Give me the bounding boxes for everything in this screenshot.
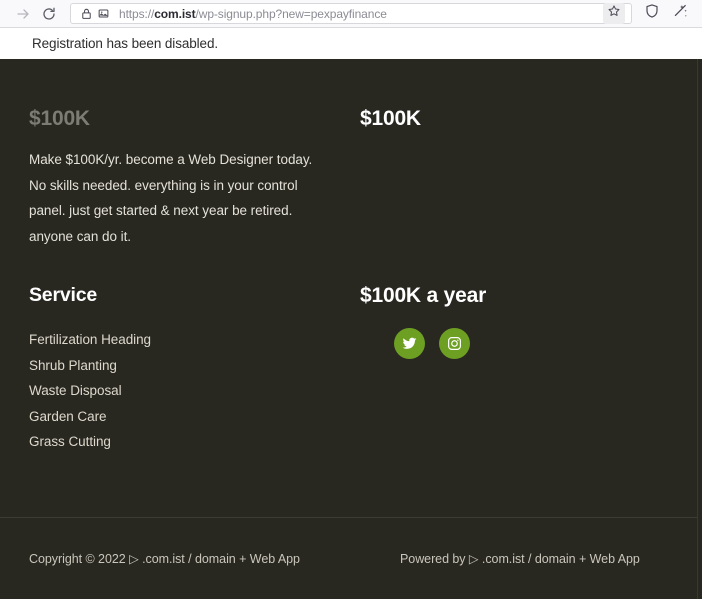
url-host: com.ist: [154, 6, 196, 21]
widget-one-body: Make $100K/yr. become a Web Designer tod…: [29, 152, 313, 244]
list-item[interactable]: Shrub Planting: [29, 353, 346, 379]
list-item[interactable]: Grass Cutting: [29, 429, 346, 455]
list-item[interactable]: Fertilization Heading: [29, 327, 346, 353]
footer-powered-by: Powered by ▷ .com.ist / domain + Web App: [400, 550, 702, 568]
url-scheme: https://: [119, 6, 155, 21]
magic-wand-sparkle-icon: [672, 3, 688, 24]
reload-button[interactable]: [36, 3, 62, 25]
site-body: $100K Make $100K/yr. become a Web Design…: [0, 59, 702, 599]
instagram-link[interactable]: [439, 328, 470, 360]
address-bar[interactable]: https://com.ist/wp-signup.php?new=pexpay…: [70, 3, 632, 24]
bookmark-button[interactable]: [603, 3, 625, 24]
social-links: [360, 328, 702, 360]
list-item[interactable]: Garden Care: [29, 404, 346, 430]
footer-powered-by-text: Powered by ▷ .com.ist / domain + Web App: [400, 551, 640, 566]
widget-four: $100K a year: [346, 284, 702, 455]
service-list: Fertilization Heading Shrub Planting Was…: [29, 327, 346, 455]
tracking-protection-button[interactable]: [638, 3, 666, 25]
widget-one: $100K Make $100K/yr. become a Web Design…: [0, 107, 346, 249]
widget-two-title: $100K: [360, 107, 421, 130]
twitter-link[interactable]: [394, 328, 425, 360]
browser-toolbar: https://com.ist/wp-signup.php?new=pexpay…: [0, 0, 702, 27]
bookmark-star-icon: [607, 4, 621, 23]
widget-three: Service Fertilization Heading Shrub Plan…: [0, 284, 346, 455]
registration-notice-text: Registration has been disabled.: [32, 36, 219, 51]
reload-icon: [41, 6, 57, 22]
reader-sparkle-button[interactable]: [666, 3, 694, 25]
url-path: /wp-signup.php?new=pexpayfinance: [195, 6, 387, 21]
image-permission-icon[interactable]: [95, 6, 112, 22]
site-footer: Copyright © 2022 ▷ .com.ist / domain + W…: [0, 517, 702, 599]
registration-notice-bar: Registration has been disabled.: [0, 27, 702, 59]
forward-button[interactable]: [10, 3, 36, 25]
service-heading: Service: [29, 284, 97, 307]
url-text: https://com.ist/wp-signup.php?new=pexpay…: [119, 7, 603, 21]
widget-row-bottom: Service Fertilization Heading Shrub Plan…: [0, 284, 702, 455]
widget-one-title: $100K: [29, 107, 90, 130]
page-right-edge: [697, 59, 702, 599]
padlock-icon[interactable]: [78, 6, 95, 22]
widget-four-title: $100K a year: [360, 284, 487, 308]
list-item[interactable]: Waste Disposal: [29, 378, 346, 404]
arrow-right-icon: [15, 6, 31, 22]
widget-row-top: $100K Make $100K/yr. become a Web Design…: [0, 59, 702, 249]
tracking-protection-shield-icon: [644, 3, 660, 24]
footer-copyright-text: Copyright © 2022 ▷ .com.ist / domain + W…: [29, 551, 300, 566]
twitter-icon: [402, 336, 417, 351]
instagram-icon: [447, 336, 462, 351]
footer-copyright: Copyright © 2022 ▷ .com.ist / domain + W…: [0, 550, 400, 568]
widget-two: $100K: [346, 107, 702, 249]
